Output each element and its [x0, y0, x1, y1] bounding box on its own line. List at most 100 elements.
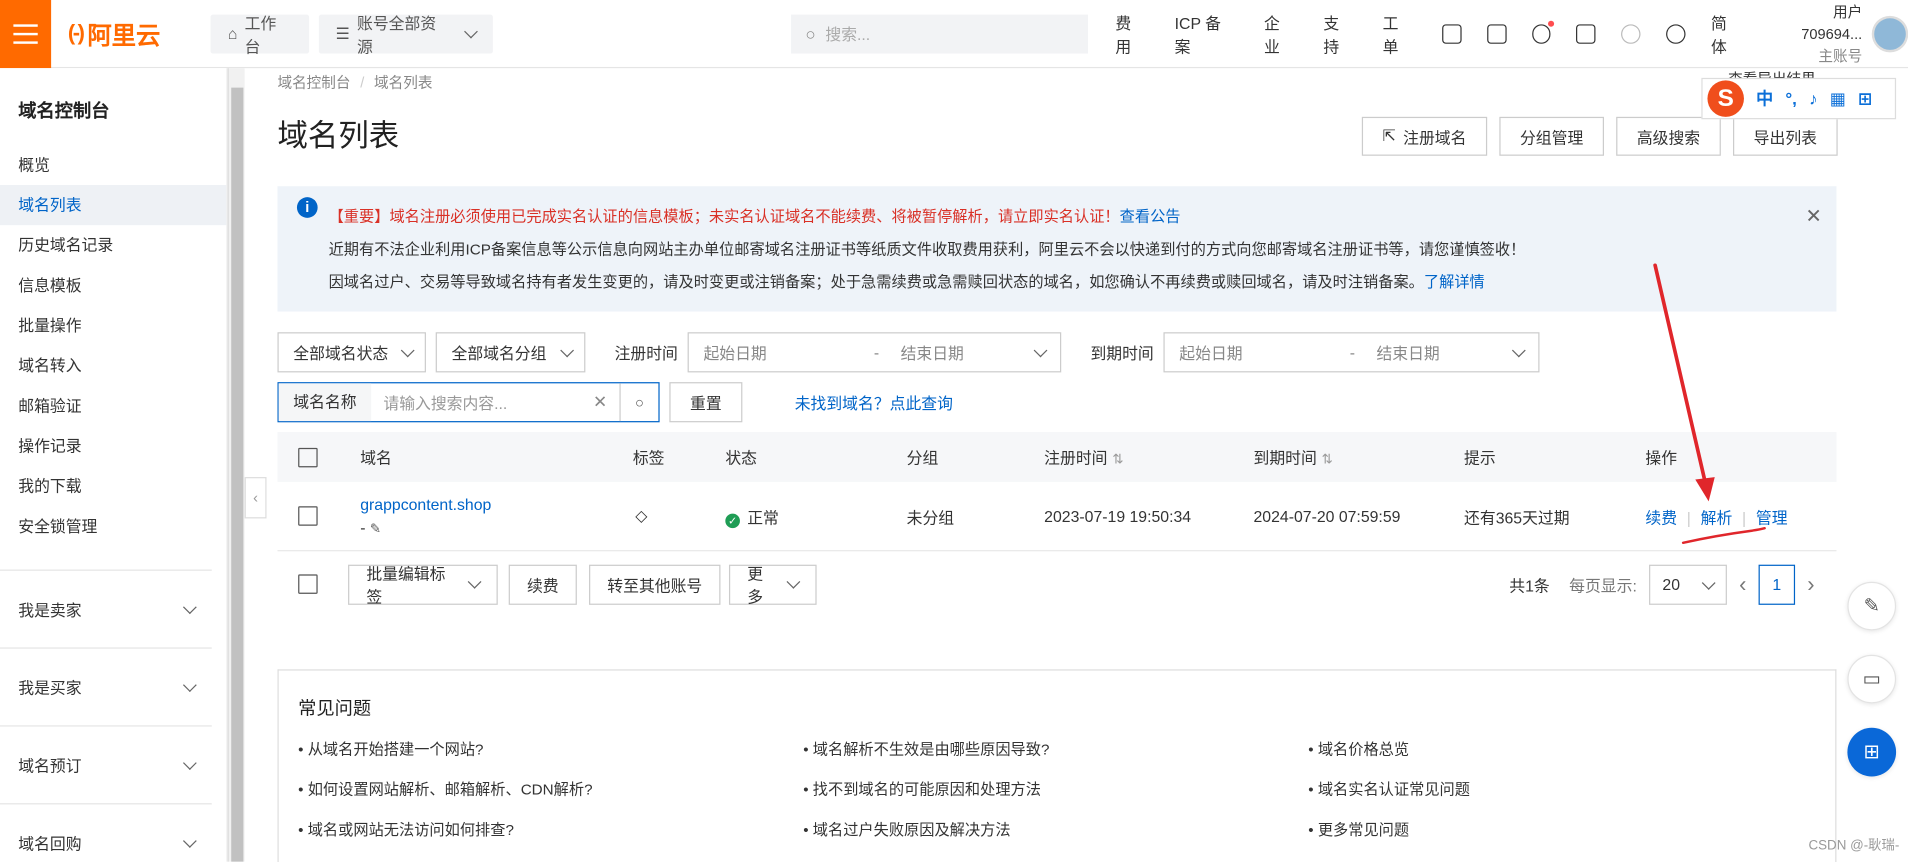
faq-link[interactable]: • 域名价格总览 — [1308, 738, 1813, 764]
not-found-query-link[interactable]: 未找到域名？点此查询 — [795, 391, 953, 414]
sidebar-item-email-verify[interactable]: 邮箱验证 — [0, 386, 226, 426]
prev-page-button[interactable]: ‹ — [1739, 572, 1746, 598]
header-label: 到期时间 — [1253, 449, 1317, 468]
notice-details-link[interactable]: 了解详情 — [1424, 274, 1485, 291]
search-button[interactable]: ○ — [619, 383, 658, 422]
scrollbar-thumb[interactable] — [231, 87, 244, 862]
group-label: 域名回购 — [18, 834, 82, 854]
exp-date-range[interactable]: 起始日期 - 结束日期 — [1163, 332, 1540, 373]
faq-link[interactable]: • 域名解析不生效是由哪些原因导致? — [803, 738, 1308, 764]
tag-icon[interactable]: ◇ — [635, 506, 647, 525]
column-header-exp-time[interactable]: 到期时间 ⇅ — [1254, 445, 1333, 468]
breadcrumb-item[interactable]: 域名控制台 — [277, 74, 350, 91]
help-icon[interactable] — [1666, 23, 1686, 44]
bell-icon[interactable] — [1531, 20, 1555, 44]
resources-dropdown[interactable]: ☰ 账号全部资源 — [318, 13, 493, 55]
sidebar-item-op-log[interactable]: 操作记录 — [0, 426, 226, 466]
faq-link[interactable]: • 域名实名认证常见问题 — [1308, 778, 1813, 804]
hamburger-menu-button[interactable] — [0, 0, 51, 68]
user-info[interactable]: 用户709694... 主账号 — [1773, 1, 1863, 67]
batch-renew-button[interactable]: 续费 — [508, 564, 577, 605]
more-dropdown[interactable]: 更多 — [729, 564, 817, 607]
table-row: grappcontent.shop - ✎ ◇ ✓ 正常 未分组 2023-07-… — [277, 482, 1837, 552]
group-select[interactable]: 全部域名分组 — [435, 332, 586, 373]
resolve-link[interactable]: 解析 — [1701, 508, 1733, 526]
footer-select-all-checkbox[interactable] — [298, 574, 318, 594]
sidebar-item-downloads[interactable]: 我的下载 — [0, 466, 226, 506]
sidebar-collapse-button[interactable]: ‹ — [244, 477, 267, 519]
keyboard-icon[interactable]: ▦ — [1830, 88, 1846, 109]
sidebar-item-history[interactable]: 历史域名记录 — [0, 225, 226, 265]
faq-link[interactable]: • 更多常见问题 — [1308, 818, 1813, 844]
domain-search-input[interactable]: 请输入搜索内容... — [371, 391, 593, 414]
sidebar-scrollbar[interactable] — [227, 68, 245, 862]
search-placeholder: 搜索... — [825, 25, 871, 44]
microphone-icon[interactable]: ♪ — [1809, 89, 1818, 108]
domain-search-field[interactable]: 域名名称 请输入搜索内容... ✕ ○ — [277, 382, 660, 423]
global-search-input[interactable]: ○ 搜索... — [790, 13, 1089, 53]
select-all-checkbox[interactable] — [298, 447, 318, 467]
sidebar-item-batch[interactable]: 批量操作 — [0, 305, 226, 345]
aliyun-logo-icon: (-) — [67, 20, 85, 46]
avatar[interactable] — [1871, 15, 1908, 52]
code-icon[interactable] — [1441, 23, 1462, 44]
search-field-prefix[interactable]: 域名名称 — [278, 383, 372, 422]
top-link-fee[interactable]: 费用 — [1115, 10, 1146, 56]
faq-link[interactable]: • 域名过户失败原因及解决方法 — [803, 818, 1308, 844]
next-page-button[interactable]: › — [1807, 572, 1814, 598]
sidebar-item-templates[interactable]: 信息模板 — [0, 265, 226, 305]
apps-icon[interactable]: ⊞ — [1847, 727, 1897, 777]
user-name: 用户709694... — [1801, 3, 1863, 42]
reset-button[interactable]: 重置 — [669, 382, 743, 423]
sidebar-group-buyer[interactable]: 我是买家 — [0, 647, 212, 725]
renew-link[interactable]: 续费 — [1645, 508, 1677, 526]
sogou-logo-icon[interactable]: S — [1707, 80, 1744, 117]
chat-icon[interactable]: ▭ — [1847, 654, 1897, 704]
apps-grid-icon[interactable]: ⊞ — [1858, 88, 1872, 109]
top-link-ticket[interactable]: 工单 — [1383, 10, 1414, 56]
per-page-select[interactable]: 20 — [1649, 564, 1727, 605]
top-link-enterprise[interactable]: 企业 — [1264, 10, 1295, 56]
group-manage-button[interactable]: 分组管理 — [1499, 116, 1604, 156]
separator: | — [1686, 508, 1691, 527]
ime-punctuation[interactable]: °, — [1785, 89, 1797, 108]
edit-feedback-icon[interactable]: ✎ — [1847, 581, 1897, 631]
register-domain-button[interactable]: ⇱ 注册域名 — [1361, 116, 1488, 156]
domain-link[interactable]: grappcontent.shop — [360, 493, 491, 516]
sidebar-item-overview[interactable]: 概览 — [0, 145, 226, 185]
top-link-icp[interactable]: ICP 备案 — [1175, 10, 1236, 56]
terminal-icon[interactable] — [1486, 23, 1507, 44]
notice-announcement-link[interactable]: 查看公告 — [1120, 208, 1181, 225]
sidebar-item-transfer-in[interactable]: 域名转入 — [0, 346, 226, 386]
column-header-reg-time[interactable]: 注册时间 ⇅ — [1044, 445, 1123, 468]
sidebar-group-reserve[interactable]: 域名预订 — [0, 725, 212, 803]
close-icon[interactable]: ✕ — [1806, 201, 1822, 234]
faq-link[interactable]: • 域名或网站无法访问如何排查? — [298, 818, 803, 844]
status-select[interactable]: 全部域名状态 — [277, 332, 426, 373]
row-checkbox[interactable] — [298, 506, 318, 526]
sidebar-item-security-lock[interactable]: 安全锁管理 — [0, 506, 226, 546]
advanced-search-button[interactable]: 高级搜索 — [1616, 116, 1721, 156]
sidebar-group-seller[interactable]: 我是卖家 — [0, 569, 212, 648]
lightbulb-icon[interactable] — [1621, 23, 1641, 44]
cart-icon[interactable] — [1576, 23, 1596, 44]
button-label: 更多 — [747, 564, 764, 607]
faq-link[interactable]: • 如何设置网站解析、邮箱解析、CDN解析? — [298, 778, 803, 804]
faq-link[interactable]: • 找不到域名的可能原因和处理方法 — [803, 778, 1308, 804]
ime-mode[interactable]: 中 — [1756, 86, 1773, 110]
manage-link[interactable]: 管理 — [1756, 508, 1788, 526]
batch-edit-tag-dropdown[interactable]: 批量编辑标签 — [348, 564, 498, 606]
reg-date-range[interactable]: 起始日期 - 结束日期 — [687, 332, 1062, 373]
language-switch[interactable]: 简体 — [1711, 10, 1742, 56]
workbench-button[interactable]: ⌂ 工作台 — [210, 13, 309, 55]
aliyun-logo[interactable]: (-) 阿里云 — [68, 16, 201, 51]
top-link-support[interactable]: 支持 — [1323, 10, 1354, 56]
sidebar-group-buyback[interactable]: 域名回购 — [0, 803, 212, 862]
page-number-button[interactable]: 1 — [1758, 564, 1796, 605]
faq-link[interactable]: • 从域名开始搭建一个网站? — [298, 738, 803, 764]
clear-icon[interactable]: ✕ — [593, 392, 607, 413]
export-list-button[interactable]: 导出列表 — [1732, 116, 1838, 156]
transfer-account-button[interactable]: 转至其他账号 — [589, 564, 721, 605]
sidebar-item-domain-list[interactable]: 域名列表 — [0, 184, 227, 226]
edit-icon[interactable]: ✎ — [370, 522, 381, 537]
